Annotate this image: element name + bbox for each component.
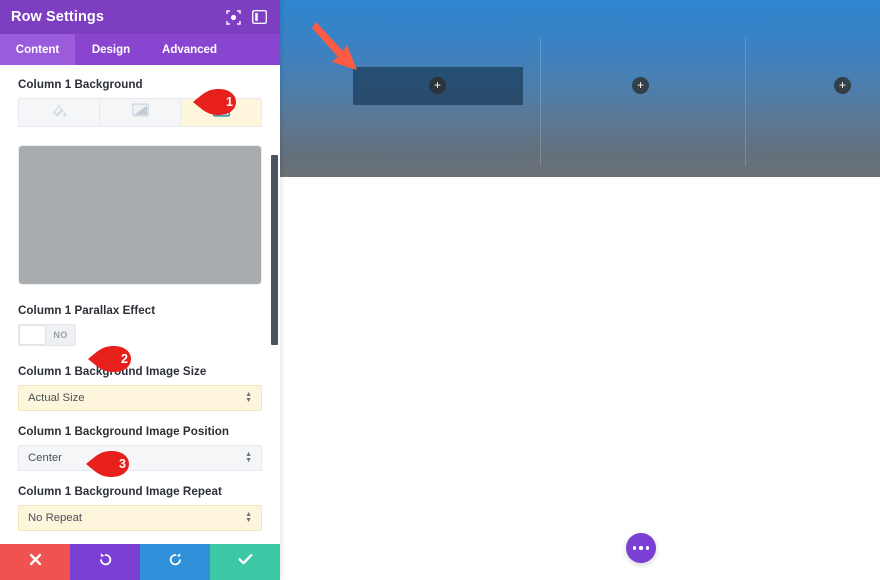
- close-button[interactable]: [0, 544, 70, 580]
- parallax-toggle[interactable]: NO: [18, 324, 76, 346]
- chevron-updown-icon: ▲ ▼: [245, 511, 252, 524]
- panel-header: Row Settings: [0, 0, 280, 34]
- x-icon: [29, 553, 42, 571]
- field-background-image-position: Column 1 Background Image Position Cente…: [0, 425, 280, 471]
- dot: [639, 546, 643, 550]
- column-divider: [540, 38, 541, 166]
- undo-icon: [98, 552, 113, 572]
- background-gradient-icon: [131, 103, 149, 122]
- select-value: No Repeat: [28, 512, 83, 524]
- background-image-size-select[interactable]: Actual Size ▲ ▼: [18, 385, 262, 411]
- add-module-button-column-1[interactable]: +: [429, 77, 446, 94]
- field-label: Column 1 Background Image Size: [18, 365, 207, 378]
- save-button[interactable]: [210, 544, 280, 580]
- app-root: + + + Row Settings Content Design Advanc…: [0, 0, 880, 580]
- page-canvas: + + +: [280, 0, 880, 580]
- add-module-button-column-2[interactable]: +: [632, 77, 649, 94]
- tab-content[interactable]: Content: [0, 34, 75, 65]
- field-label: Column 1 Background: [18, 78, 143, 91]
- tab-design[interactable]: Design: [75, 34, 147, 65]
- row-preview-section[interactable]: + + +: [280, 0, 880, 177]
- background-color-icon: [52, 103, 67, 123]
- background-image-icon: [212, 103, 230, 122]
- background-image-preview[interactable]: [18, 145, 262, 285]
- background-image-position-select[interactable]: Center ▲ ▼: [18, 445, 262, 471]
- background-color-tab[interactable]: [19, 99, 100, 126]
- background-image-repeat-select[interactable]: No Repeat ▲ ▼: [18, 505, 262, 531]
- panel-title: Row Settings: [11, 9, 105, 25]
- field-column-1-parallax: Column 1 Parallax Effect NO: [0, 304, 280, 346]
- page-settings-fab[interactable]: [626, 533, 656, 563]
- background-gradient-tab[interactable]: [100, 99, 181, 126]
- focus-target-icon[interactable]: [223, 7, 243, 27]
- check-icon: [237, 553, 253, 571]
- select-value: Actual Size: [28, 392, 85, 404]
- select-value: Center: [28, 452, 62, 464]
- field-label: Column 1 Parallax Effect: [18, 304, 156, 317]
- redo-icon: [168, 552, 183, 572]
- dot: [645, 546, 649, 550]
- field-label: Column 1 Background Image Position: [18, 425, 230, 438]
- panel-body: Column 1 Background Column 1 Parallax Ef…: [0, 65, 280, 545]
- dot: [633, 546, 637, 550]
- field-background-image-repeat: Column 1 Background Image Repeat No Repe…: [0, 485, 280, 531]
- redo-button[interactable]: [140, 544, 210, 580]
- panel-scrollbar-thumb[interactable]: [271, 155, 278, 345]
- field-column-1-background: Column 1 Background: [0, 78, 280, 127]
- background-type-toggle-group: [18, 98, 262, 127]
- background-image-tab[interactable]: [181, 99, 261, 126]
- panel-layout-icon[interactable]: [249, 7, 269, 27]
- panel-tabs: Content Design Advanced: [0, 34, 280, 65]
- chevron-updown-icon: ▲ ▼: [245, 391, 252, 404]
- toggle-state-label: NO: [53, 330, 68, 340]
- add-module-button-column-3[interactable]: +: [834, 77, 851, 94]
- panel-footer: [0, 544, 280, 580]
- column-divider: [745, 38, 746, 166]
- field-label: Column 1 Background Image Repeat: [18, 485, 222, 498]
- tab-advanced[interactable]: Advanced: [147, 34, 232, 65]
- row-settings-panel: Row Settings Content Design Advanced Col…: [0, 0, 280, 580]
- toggle-knob: [19, 325, 46, 345]
- field-background-image-size: Column 1 Background Image Size Actual Si…: [0, 365, 280, 411]
- chevron-updown-icon: ▲ ▼: [245, 451, 252, 464]
- undo-button[interactable]: [70, 544, 140, 580]
